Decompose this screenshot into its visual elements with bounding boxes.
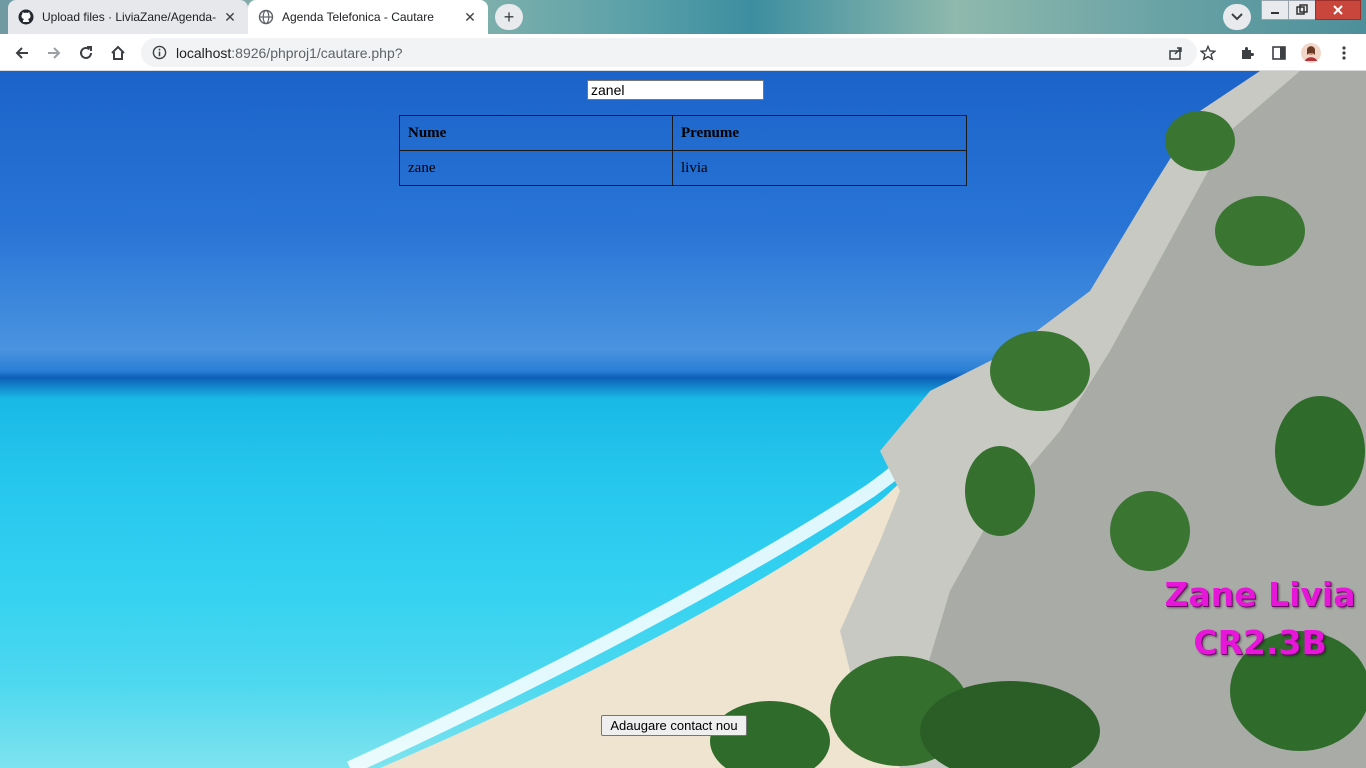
column-header-prenume: Prenume <box>672 115 967 151</box>
extensions-button[interactable] <box>1232 38 1262 68</box>
close-icon[interactable]: ✕ <box>462 9 478 25</box>
window-close-button[interactable] <box>1315 0 1361 20</box>
url-path: :8926/phproj1/cautare.php? <box>231 44 403 61</box>
table-header-row: Nume Prenume <box>399 115 967 151</box>
tab-agenda-cautare[interactable]: Agenda Telefonica - Cautare ✕ <box>248 0 488 34</box>
close-icon[interactable]: ✕ <box>222 9 238 25</box>
address-bar[interactable]: localhost:8926/phproj1/cautare.php? <box>141 38 1197 67</box>
plus-icon: + <box>503 6 515 27</box>
tab-github-upload[interactable]: Upload files · LiviaZane/Agenda- ✕ <box>8 0 248 34</box>
restore-icon <box>1296 4 1308 15</box>
home-button[interactable] <box>103 38 133 68</box>
page-viewport: Nume Prenume zane livia Zane Livia CR2.3… <box>0 71 1366 768</box>
tab-strip: Upload files · LiviaZane/Agenda- ✕ Agend… <box>0 0 1366 34</box>
back-arrow-icon <box>15 47 28 59</box>
browser-toolbar: localhost:8926/phproj1/cautare.php? <box>0 34 1366 71</box>
search-input[interactable] <box>587 80 764 100</box>
avatar <box>1301 43 1321 63</box>
signature-class: CR2.3B <box>1193 623 1327 662</box>
info-icon[interactable] <box>151 45 167 61</box>
table-cell-prenume: livia <box>672 150 967 186</box>
back-button[interactable] <box>7 38 37 68</box>
reload-icon <box>80 46 92 59</box>
minimize-button[interactable] <box>1261 0 1289 20</box>
github-icon <box>18 9 34 25</box>
contacts-table: Nume Prenume zane livia <box>399 115 967 186</box>
add-contact-button[interactable]: Adaugare contact nou <box>601 715 747 736</box>
forward-button[interactable] <box>39 38 69 68</box>
table-row: zane livia <box>399 150 967 186</box>
new-tab-button[interactable]: + <box>495 4 523 30</box>
profile-button[interactable] <box>1296 38 1326 68</box>
home-icon <box>111 45 125 60</box>
maximize-button[interactable] <box>1288 0 1316 20</box>
url-text: localhost:8926/phproj1/cautare.php? <box>176 45 403 61</box>
menu-button[interactable] <box>1329 38 1359 68</box>
column-header-nume: Nume <box>399 115 673 151</box>
side-panel-icon <box>1272 46 1286 60</box>
signature-name: Zane Livia <box>1164 575 1356 614</box>
reload-button[interactable] <box>71 38 101 68</box>
chevron-down-icon <box>1231 13 1243 21</box>
tab-title: Upload files · LiviaZane/Agenda- <box>42 10 217 24</box>
tab-search-button[interactable] <box>1223 4 1251 30</box>
forward-arrow-icon <box>48 47 61 59</box>
url-host: localhost <box>176 44 232 61</box>
globe-icon <box>258 9 274 25</box>
share-icon <box>1169 47 1182 60</box>
more-vert-icon <box>1342 46 1346 60</box>
minimize-icon <box>1271 12 1279 14</box>
table-cell-nume: zane <box>399 150 673 186</box>
bookmark-button[interactable] <box>1193 38 1223 68</box>
author-signature: Zane Livia CR2.3B <box>1160 571 1360 667</box>
star-icon <box>1200 45 1216 61</box>
side-panel-button[interactable] <box>1264 38 1294 68</box>
close-icon <box>1333 5 1343 15</box>
tab-title: Agenda Telefonica - Cautare <box>282 10 434 24</box>
share-button[interactable] <box>1161 38 1191 68</box>
puzzle-icon <box>1242 47 1254 59</box>
